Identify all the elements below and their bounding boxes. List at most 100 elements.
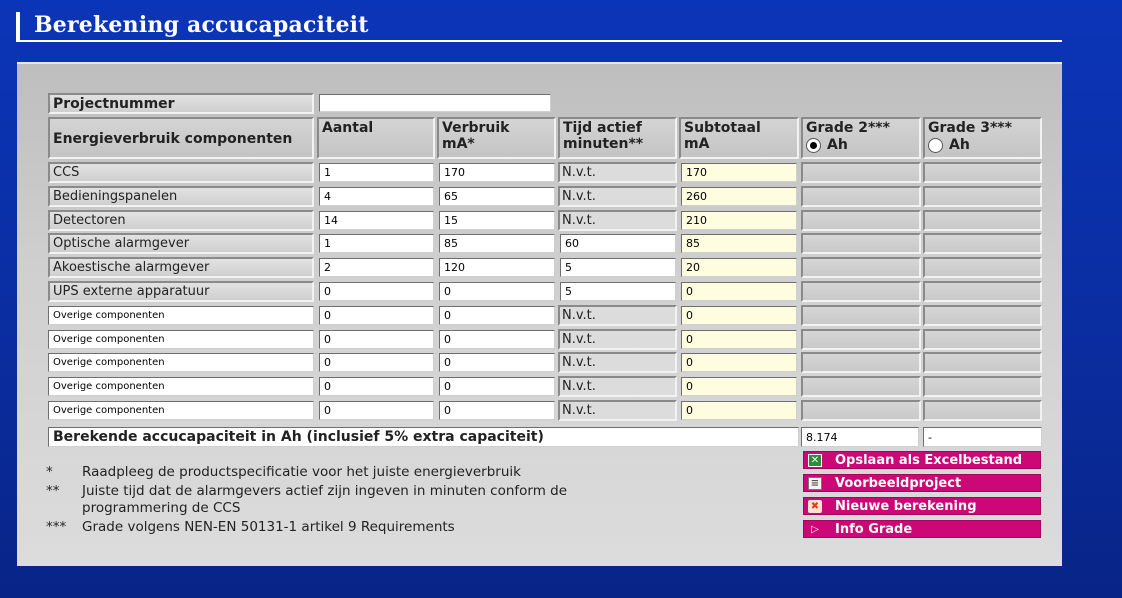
grade2-cell (801, 186, 921, 207)
grade3-cell (923, 210, 1042, 231)
verbruik-input[interactable]: 0 (439, 377, 555, 396)
verbruik-input[interactable]: 0 (439, 330, 555, 349)
header-subtotaal: Subtotaal mA (679, 117, 799, 159)
component-name: Detectoren (48, 210, 314, 231)
aantal-input[interactable]: 0 (319, 377, 434, 396)
component-name-input[interactable]: Overige componenten (48, 353, 314, 372)
subtotaal-field: 20 (681, 258, 797, 277)
aantal-input[interactable]: 0 (319, 282, 434, 301)
component-name-input[interactable]: Overige componenten (48, 330, 314, 349)
grade2-cell (801, 400, 921, 421)
subtotaal-field: 210 (681, 211, 797, 230)
subtotaal-field: 170 (681, 163, 797, 182)
tijd-nvt: N.v.t. (558, 352, 677, 373)
info-grade-button[interactable]: ▷ Info Grade (803, 520, 1041, 538)
aantal-input[interactable]: 14 (319, 211, 434, 230)
project-number-input[interactable] (319, 94, 551, 112)
header-subtotaal-line2: mA (684, 136, 710, 152)
verbruik-input[interactable]: 85 (439, 234, 555, 253)
header-grade3-label: Grade 3*** (928, 120, 1012, 136)
verbruik-input[interactable]: 170 (439, 163, 555, 182)
note-2-text: Juiste tijd dat de alarmgevers actief zi… (82, 483, 568, 499)
aantal-input[interactable]: 0 (319, 330, 434, 349)
tijd-input[interactable]: 5 (560, 258, 676, 277)
component-name-input[interactable]: Overige componenten (48, 306, 314, 325)
aantal-input[interactable]: 0 (319, 353, 434, 372)
aantal-input[interactable]: 1 (319, 234, 434, 253)
component-name-input[interactable]: Overige componenten (48, 377, 314, 396)
component-name: UPS externe apparatuur (48, 281, 314, 302)
grade2-cell (801, 352, 921, 373)
grade3-cell (923, 257, 1042, 278)
grade2-cell (801, 329, 921, 350)
component-name: Optische alarmgever (48, 233, 314, 254)
note-3-text: Grade volgens NEN-EN 50131-1 artikel 9 R… (82, 519, 455, 535)
aantal-input[interactable]: 1 (319, 163, 434, 182)
header-verbruik: Verbruik mA* (437, 117, 556, 159)
document-icon: ≡ (808, 476, 822, 490)
grade2-cell (801, 376, 921, 397)
total-label: Berekende accucapaciteit in Ah (inclusie… (48, 427, 799, 447)
calculator-panel: Projectnummer Energieverbruik componente… (17, 62, 1062, 566)
component-name: Akoestische alarmgever (48, 257, 314, 278)
new-calculation-button[interactable]: ✖ Nieuwe berekening (803, 497, 1041, 515)
subtotaal-field: 0 (681, 282, 797, 301)
example-project-button[interactable]: ≡ Voorbeeldproject (803, 474, 1041, 492)
tijd-nvt: N.v.t. (558, 210, 677, 231)
grade2-cell (801, 257, 921, 278)
grade2-radio-wrap[interactable]: Ah (806, 137, 848, 153)
verbruik-input[interactable]: 15 (439, 211, 555, 230)
grade3-cell (923, 400, 1042, 421)
aantal-input[interactable]: 2 (319, 258, 434, 277)
aantal-input[interactable]: 0 (319, 401, 434, 420)
grade3-cell (923, 352, 1042, 373)
title-bar: Berekening accucapaciteit (16, 12, 1062, 42)
save-excel-button[interactable]: ✕ Opslaan als Excelbestand (803, 451, 1041, 469)
verbruik-input[interactable]: 0 (439, 401, 555, 420)
tijd-nvt: N.v.t. (558, 305, 677, 326)
verbruik-input[interactable]: 0 (439, 306, 555, 325)
component-name-input[interactable]: Overige componenten (48, 401, 314, 420)
save-excel-label: Opslaan als Excelbestand (835, 452, 1023, 468)
tijd-nvt: N.v.t. (558, 162, 677, 183)
grade3-radio-wrap[interactable]: Ah (928, 137, 970, 153)
header-tijd-line1: Tijd actief (563, 120, 642, 136)
page-title: Berekening accucapaciteit (34, 12, 369, 38)
tijd-nvt: N.v.t. (558, 400, 677, 421)
subtotaal-field: 85 (681, 234, 797, 253)
header-grade2: Grade 2*** Ah (801, 117, 921, 159)
header-tijd: Tijd actief minuten** (558, 117, 677, 159)
note-2-cont: programmering de CCS (82, 500, 241, 516)
aantal-input[interactable]: 0 (319, 306, 434, 325)
header-component: Energieverbruik componenten (48, 117, 314, 159)
header-tijd-line2: minuten** (563, 136, 644, 152)
grade3-cell (923, 376, 1042, 397)
grade2-cell (801, 233, 921, 254)
grade3-radio-icon[interactable] (928, 137, 943, 153)
note-1-text: Raadpleeg de productspecificatie voor he… (82, 464, 521, 480)
aantal-input[interactable]: 4 (319, 187, 434, 206)
subtotaal-field: 0 (681, 306, 797, 325)
grade2-cell (801, 210, 921, 231)
grade2-cell (801, 305, 921, 326)
grade3-cell (923, 329, 1042, 350)
new-calculation-label: Nieuwe berekening (835, 498, 977, 514)
flag-icon: ▷ (811, 523, 819, 535)
project-number-label: Projectnummer (48, 93, 314, 114)
component-name: Bedieningspanelen (48, 186, 314, 207)
header-verbruik-line1: Verbruik (442, 120, 510, 136)
verbruik-input[interactable]: 0 (439, 282, 555, 301)
note-2: ** Juiste tijd dat de alarmgevers actief … (46, 483, 567, 499)
verbruik-input[interactable]: 65 (439, 187, 555, 206)
verbruik-input[interactable]: 0 (439, 353, 555, 372)
grade2-radio-icon[interactable] (806, 137, 821, 153)
verbruik-input[interactable]: 120 (439, 258, 555, 277)
grade2-unit: Ah (827, 137, 848, 153)
tijd-input[interactable]: 60 (560, 234, 676, 253)
total-grade3-value: - (923, 427, 1042, 447)
header-aantal: Aantal (317, 117, 435, 159)
subtotaal-field: 260 (681, 187, 797, 206)
tijd-input[interactable]: 5 (560, 282, 676, 301)
grade3-cell (923, 233, 1042, 254)
header-verbruik-line2: mA* (442, 136, 475, 152)
